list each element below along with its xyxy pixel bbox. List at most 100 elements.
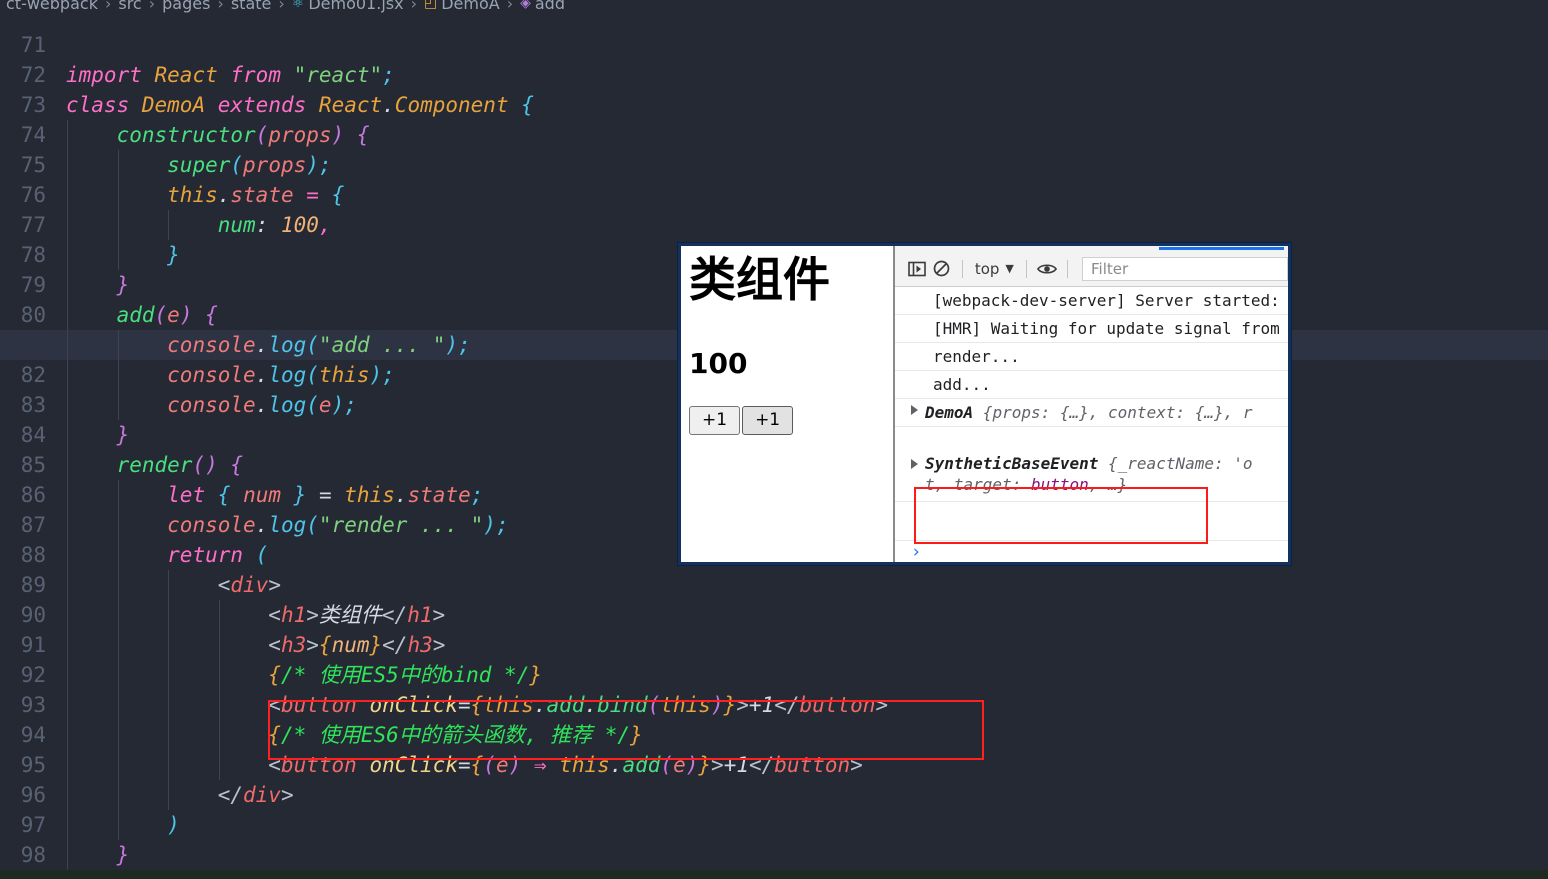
console-text-message[interactable]: render...	[895, 343, 1288, 371]
code-token: )	[306, 153, 319, 177]
code-line[interactable]: super(props);	[0, 150, 1548, 180]
console-object-body: {_reactName: 'o	[1098, 454, 1253, 473]
code-token: ,	[318, 213, 332, 237]
code-token: ;	[470, 483, 484, 507]
increment-button-bind[interactable]: +1	[689, 406, 741, 435]
code-line[interactable]: <button onClick={(e) ⇒ this.add(e)}>+1</…	[0, 750, 1548, 780]
active-tab-underline	[1159, 247, 1284, 250]
code-token: */	[491, 663, 530, 687]
code-line[interactable]: class DemoA extends React.Component {	[0, 90, 1548, 120]
code-line-text: <div>	[66, 570, 281, 600]
expand-triangle-icon[interactable]	[911, 405, 918, 415]
console-text-message[interactable]: [webpack-dev-server] Server started: Hot…	[895, 287, 1288, 315]
code-token: .	[255, 393, 269, 417]
breadcrumb[interactable]: ct-webpack › src › pages › state › ⚛ Demo01.jsx › ◰…	[0, 0, 565, 14]
code-token: )	[331, 393, 345, 417]
code-line[interactable]: <h1>类组件</h1>	[0, 600, 1548, 630]
code-line[interactable]: <div>	[0, 570, 1548, 600]
code-token: 100	[280, 213, 319, 237]
breadcrumb-item[interactable]: DemoA	[441, 0, 499, 13]
breadcrumb-item[interactable]: add	[535, 0, 565, 13]
code-line[interactable]	[0, 30, 1548, 60]
sidebar-toggle-icon[interactable]	[905, 256, 930, 282]
code-line[interactable]: }	[0, 840, 1548, 870]
code-token: console	[167, 513, 256, 537]
eye-icon[interactable]	[1035, 256, 1060, 282]
console-object-message[interactable]: SyntheticBaseEvent {_reactName: 'o t, tar…	[895, 427, 1288, 502]
breadcrumb-item[interactable]: Demo01.jsx	[308, 0, 403, 13]
code-line[interactable]: </div>	[0, 780, 1548, 810]
breadcrumb-separator: ›	[104, 0, 112, 13]
code-token: ()	[192, 453, 218, 477]
code-line[interactable]: <h3>{num}</h3>	[0, 630, 1548, 660]
devtools-panel[interactable]: top ▼ Filter [webpack-dev-server] Server…	[895, 246, 1288, 562]
code-token: )	[179, 303, 193, 327]
code-token: .	[255, 333, 269, 357]
console-object-message[interactable]: DemoA {props: {…}, context: {…}, r	[895, 399, 1288, 427]
code-token: {	[268, 723, 281, 747]
code-line-text: )	[66, 810, 180, 840]
breadcrumb-item[interactable]: ct-webpack	[6, 0, 98, 13]
console-message-list[interactable]: [webpack-dev-server] Server started: Hot…	[895, 287, 1288, 540]
code-line[interactable]: num: 100,	[0, 210, 1548, 240]
code-token: onClick	[369, 693, 458, 717]
execution-context-selector[interactable]: top ▼	[971, 260, 1018, 278]
console-toolbar[interactable]: top ▼ Filter	[895, 251, 1288, 287]
code-line[interactable]: this.state = {	[0, 180, 1548, 210]
code-line[interactable]: <button onClick={this.add.bind(this)}>+1…	[0, 690, 1548, 720]
code-token: }	[167, 243, 180, 267]
code-token: this	[483, 693, 534, 717]
breadcrumb-item[interactable]: pages	[162, 0, 210, 13]
code-token: import	[66, 63, 142, 87]
breadcrumb-item[interactable]: src	[118, 0, 141, 13]
code-token: props	[243, 153, 307, 177]
code-token: (	[255, 543, 269, 567]
code-token: console	[167, 393, 256, 417]
code-token: </	[217, 783, 244, 807]
devtools-tabstrip[interactable]	[895, 246, 1288, 251]
app-preview-pane[interactable]: 类组件 100 +1 +1	[681, 246, 895, 562]
code-token: {	[205, 303, 218, 327]
console-message-text: [HMR] Waiting for update signal from WDS…	[933, 319, 1280, 338]
code-token: h1	[280, 603, 307, 627]
code-line[interactable]: constructor(props) {	[0, 120, 1548, 150]
increment-button-arrow[interactable]: +1	[742, 406, 794, 435]
breadcrumb-item[interactable]: state	[231, 0, 272, 13]
browser-window[interactable]: 类组件 100 +1 +1 top ▼ Filter [webpack-dev-…	[678, 243, 1291, 565]
code-token: extends	[217, 93, 307, 117]
code-line[interactable]: import React from "react";	[0, 60, 1548, 90]
clear-console-icon[interactable]	[930, 256, 955, 282]
code-token: log	[268, 513, 307, 537]
console-filter-input[interactable]: Filter	[1082, 256, 1288, 281]
code-token: from	[230, 63, 281, 87]
code-token: >	[306, 603, 319, 627]
code-token: return	[167, 543, 244, 567]
toolbar-divider-3	[1067, 259, 1068, 278]
code-line-text: {/* 使用ES6中的箭头函数, 推荐 */}	[66, 720, 642, 750]
code-token: ;	[495, 513, 509, 537]
code-line[interactable]: {/* 使用ES5中的bind */}	[0, 660, 1548, 690]
code-token: log	[268, 393, 307, 417]
expand-triangle-icon[interactable]	[911, 459, 918, 469]
code-token: super	[167, 153, 231, 177]
console-text-message[interactable]: add...	[895, 371, 1288, 399]
console-prompt[interactable]: ›	[895, 540, 1288, 562]
code-line-text: return (	[66, 540, 268, 570]
console-message-text: [webpack-dev-server] Server started: Hot…	[933, 291, 1280, 310]
console-text-message[interactable]: [HMR] Waiting for update signal from WDS…	[895, 315, 1288, 343]
code-token: e	[167, 303, 180, 327]
code-line[interactable]: )	[0, 810, 1548, 840]
code-line[interactable]: {/* 使用ES6中的箭头函数, 推荐 */}	[0, 720, 1548, 750]
app-button-row: +1 +1	[689, 406, 893, 435]
